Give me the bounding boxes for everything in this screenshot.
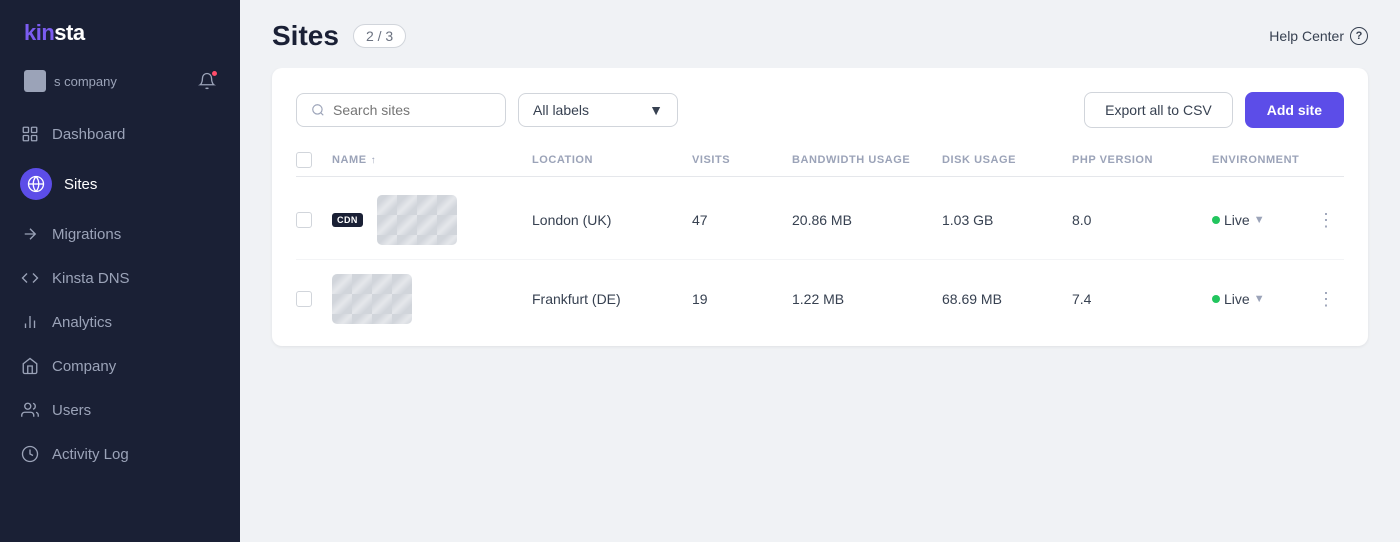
help-circle-icon: ? (1350, 27, 1368, 45)
environment-label: Live (1224, 212, 1250, 228)
sidebar-item-analytics[interactable]: Analytics (0, 300, 240, 344)
header-checkbox-cell (296, 152, 332, 168)
row-more-button[interactable]: ⋮ (1308, 289, 1344, 310)
sidebar-item-label: Activity Log (52, 446, 129, 463)
content-area: All labels ▼ Export all to CSV Add site … (240, 68, 1400, 542)
activity-log-icon (20, 444, 40, 464)
add-site-button[interactable]: Add site (1245, 92, 1344, 128)
site-environment: Live ▼ (1212, 212, 1308, 228)
dashboard-icon (20, 124, 40, 144)
environment-label: Live (1224, 291, 1250, 307)
sidebar-item-label: Kinsta DNS (52, 270, 130, 287)
company-name: s company (54, 74, 117, 89)
site-location: London (UK) (532, 212, 692, 228)
environment-chevron-icon[interactable]: ▼ (1254, 214, 1265, 226)
select-all-checkbox[interactable] (296, 152, 312, 168)
top-bar: Sites 2 / 3 Help Center ? (240, 0, 1400, 68)
table-header: NAME ↑ LOCATION VISITS BANDWIDTH USAGE D… (296, 152, 1344, 177)
logo-area: kinsta (0, 0, 240, 62)
page-title: Sites (272, 20, 339, 52)
sidebar-item-activity-log[interactable]: Activity Log (0, 432, 240, 476)
sidebar-item-label: Sites (64, 176, 97, 193)
col-header-location: LOCATION (532, 154, 692, 166)
site-location: Frankfurt (DE) (532, 291, 692, 307)
sidebar-item-migrations[interactable]: Migrations (0, 212, 240, 256)
site-visits: 47 (692, 212, 792, 228)
sidebar-item-label: Migrations (52, 226, 121, 243)
chevron-down-icon: ▼ (649, 102, 663, 118)
help-center-button[interactable]: Help Center ? (1269, 27, 1368, 45)
sidebar-item-label: Dashboard (52, 126, 125, 143)
sites-card: All labels ▼ Export all to CSV Add site … (272, 68, 1368, 346)
table-row: Frankfurt (DE) 19 1.22 MB 68.69 MB 7.4 L… (296, 260, 1344, 338)
environment-chevron-icon[interactable]: ▼ (1254, 293, 1265, 305)
sites-icon-circle (20, 168, 52, 200)
site-visits: 19 (692, 291, 792, 307)
sidebar-item-label: Users (52, 402, 91, 419)
sites-icon (27, 175, 45, 193)
notification-dot (211, 70, 218, 77)
row-checkbox[interactable] (296, 291, 312, 307)
migrations-icon (20, 224, 40, 244)
notification-bell[interactable] (198, 72, 216, 90)
help-center-label: Help Center (1269, 28, 1344, 44)
search-input[interactable] (333, 102, 473, 118)
site-bandwidth: 20.86 MB (792, 212, 942, 228)
site-thumb-image (332, 274, 412, 324)
page-title-area: Sites 2 / 3 (272, 20, 406, 52)
row-more-button[interactable]: ⋮ (1308, 210, 1344, 231)
sidebar: kinsta s company Dashboard (0, 0, 240, 542)
labels-dropdown-value: All labels (533, 102, 589, 118)
dns-icon (20, 268, 40, 288)
export-csv-button[interactable]: Export all to CSV (1084, 92, 1233, 128)
sidebar-item-label: Analytics (52, 314, 112, 331)
users-icon (20, 400, 40, 420)
sidebar-item-users[interactable]: Users (0, 388, 240, 432)
site-disk: 68.69 MB (942, 291, 1072, 307)
col-header-name: NAME ↑ (332, 154, 532, 166)
environment-dot (1212, 216, 1220, 224)
labels-dropdown[interactable]: All labels ▼ (518, 93, 678, 127)
environment-dot (1212, 295, 1220, 303)
site-thumb-image (377, 195, 457, 245)
col-header-environment: ENVIRONMENT (1212, 154, 1308, 166)
site-php: 8.0 (1072, 212, 1212, 228)
toolbar: All labels ▼ Export all to CSV Add site (296, 92, 1344, 128)
sidebar-nav: Dashboard Sites Migrations (0, 108, 240, 542)
col-header-disk: DISK USAGE (942, 154, 1072, 166)
sidebar-item-label: Company (52, 358, 116, 375)
company-icon (20, 356, 40, 376)
site-thumbnail[interactable] (332, 274, 412, 324)
col-header-visits: VISITS (692, 154, 792, 166)
page-count-badge: 2 / 3 (353, 24, 406, 48)
cdn-badge: CDN (332, 213, 363, 227)
site-name-cell: CDN (332, 195, 532, 245)
sidebar-item-dashboard[interactable]: Dashboard (0, 112, 240, 156)
site-php: 7.4 (1072, 291, 1212, 307)
search-box (296, 93, 506, 127)
sidebar-item-sites[interactable]: Sites (0, 156, 240, 212)
main-content: Sites 2 / 3 Help Center ? All labels ▼ (240, 0, 1400, 542)
table-row: CDN London (UK) 47 20.86 MB 1.03 GB 8.0 … (296, 181, 1344, 260)
row-checkbox-cell (296, 291, 332, 307)
site-name-cell (332, 274, 532, 324)
col-header-bandwidth: BANDWIDTH USAGE (792, 154, 942, 166)
avatar (24, 70, 46, 92)
sidebar-item-company[interactable]: Company (0, 344, 240, 388)
company-area: s company (0, 62, 240, 108)
site-disk: 1.03 GB (942, 212, 1072, 228)
logo: kinsta (24, 20, 85, 46)
row-checkbox-cell (296, 212, 332, 228)
search-icon (311, 103, 325, 117)
row-checkbox[interactable] (296, 212, 312, 228)
sidebar-item-kinsta-dns[interactable]: Kinsta DNS (0, 256, 240, 300)
col-header-php: PHP VERSION (1072, 154, 1212, 166)
site-thumbnail[interactable] (377, 195, 457, 245)
site-bandwidth: 1.22 MB (792, 291, 942, 307)
analytics-icon (20, 312, 40, 332)
sort-arrow-icon: ↑ (371, 155, 377, 166)
site-environment: Live ▼ (1212, 291, 1308, 307)
